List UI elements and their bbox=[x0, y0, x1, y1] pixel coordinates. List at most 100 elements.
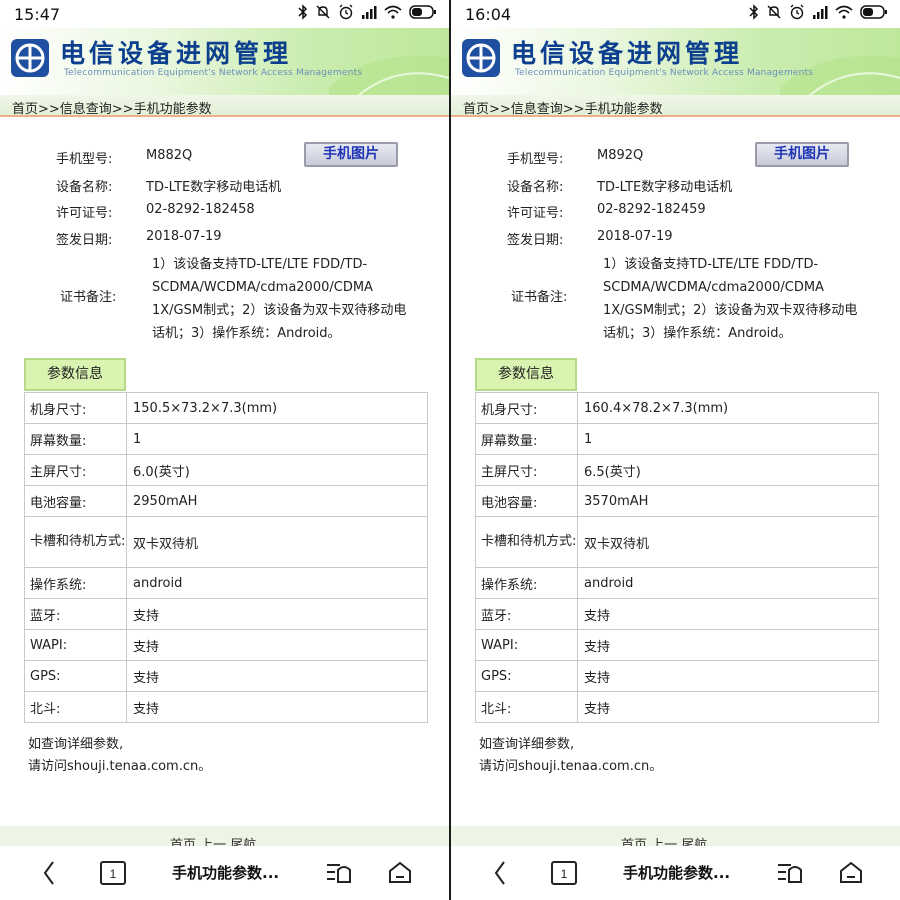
alarm-icon bbox=[790, 4, 804, 20]
status-icons bbox=[749, 4, 888, 20]
param-value: 支持 bbox=[577, 598, 879, 630]
param-value: 支持 bbox=[126, 691, 428, 723]
phone-screen-left: 15:47 电信设备进网管理 Telecommunication Equipme… bbox=[0, 0, 449, 900]
table-row: 蓝牙: 支持 bbox=[475, 598, 879, 630]
param-value: android bbox=[126, 567, 428, 599]
phone-picture-button[interactable]: 手机图片 bbox=[755, 142, 849, 167]
banner-subtitle: Telecommunication Equipment's Network Ac… bbox=[64, 68, 363, 78]
telecom-logo-icon bbox=[11, 39, 49, 77]
back-icon[interactable] bbox=[493, 860, 507, 886]
date-label: 签发日期: bbox=[507, 233, 564, 248]
table-row: 机身尺寸: 160.4×78.2×7.3(mm) bbox=[475, 392, 879, 424]
params-tab[interactable]: 参数信息 bbox=[475, 358, 577, 391]
name-label: 设备名称: bbox=[507, 180, 564, 195]
footer-line-1: 如查询详细参数, bbox=[28, 737, 124, 752]
param-value: 支持 bbox=[126, 629, 428, 661]
date-value: 2018-07-19 bbox=[597, 229, 673, 244]
table-row: 卡槽和待机方式: 双卡双待机 bbox=[475, 516, 879, 568]
param-key: 操作系统: bbox=[475, 567, 578, 599]
model-value: M892Q bbox=[597, 148, 644, 163]
alarm-icon bbox=[339, 4, 353, 20]
name-value: TD-LTE数字移动电话机 bbox=[597, 180, 733, 195]
back-icon[interactable] bbox=[42, 860, 56, 886]
params-table: 机身尺寸: 150.5×73.2×7.3(mm) 屏幕数量: 1 主屏尺寸: 6.0(… bbox=[24, 392, 428, 723]
mute-icon bbox=[767, 5, 781, 19]
param-key: 主屏尺寸: bbox=[475, 454, 578, 486]
param-value: 支持 bbox=[577, 660, 879, 692]
date-label: 签发日期: bbox=[56, 233, 113, 248]
status-time: 15:47 bbox=[14, 5, 61, 24]
svg-text:1: 1 bbox=[561, 867, 568, 881]
model-value: M882Q bbox=[146, 148, 193, 163]
note-value: 1）该设备支持TD-LTE/LTE FDD/TD-SCDMA/WCDMA/cdm… bbox=[152, 257, 407, 341]
table-row: GPS: 支持 bbox=[24, 660, 428, 692]
footer-line-2[interactable]: 请访问shouji.tenaa.com.cn。 bbox=[479, 756, 662, 778]
tabs-icon[interactable]: 1 bbox=[100, 861, 126, 885]
breadcrumb[interactable]: 首页>>信息查询>>手机功能参数 bbox=[0, 95, 449, 117]
param-key: 主屏尺寸: bbox=[24, 454, 127, 486]
footer-line-2[interactable]: 请访问shouji.tenaa.com.cn。 bbox=[28, 756, 211, 778]
table-row: 卡槽和待机方式: 双卡双待机 bbox=[24, 516, 428, 568]
browser-bottom-nav: 1 手机功能参数... bbox=[0, 846, 449, 900]
table-row: 屏幕数量: 1 bbox=[24, 423, 428, 455]
status-icons bbox=[298, 4, 437, 20]
table-row: GPS: 支持 bbox=[475, 660, 879, 692]
page-title-bar[interactable]: 手机功能参数... bbox=[172, 862, 279, 883]
license-label: 许可证号: bbox=[507, 206, 564, 221]
table-row: WAPI: 支持 bbox=[24, 629, 428, 661]
param-value: android bbox=[577, 567, 879, 599]
param-key: WAPI: bbox=[475, 629, 578, 661]
battery-icon bbox=[409, 5, 436, 19]
table-row: WAPI: 支持 bbox=[475, 629, 879, 661]
status-time: 16:04 bbox=[465, 5, 512, 24]
banner-title: 电信设备进网管理 bbox=[60, 39, 293, 68]
param-value: 1 bbox=[126, 423, 428, 455]
pager-text[interactable]: 首页 上一 尾航 bbox=[621, 834, 707, 846]
breadcrumb-text[interactable]: 首页>>信息查询>>手机功能参数 bbox=[463, 98, 663, 117]
table-row: 电池容量: 2950mAH bbox=[24, 485, 428, 517]
note-label: 证书备注: bbox=[511, 290, 568, 305]
param-key: 电池容量: bbox=[475, 485, 578, 517]
table-row: 北斗: 支持 bbox=[475, 691, 879, 723]
param-key: 北斗: bbox=[475, 691, 578, 723]
home-icon[interactable] bbox=[839, 860, 863, 884]
license-value: 02-8292-182458 bbox=[146, 202, 255, 217]
wifi-icon bbox=[835, 5, 853, 19]
bluetooth-icon bbox=[749, 4, 759, 20]
phone-screen-right: 16:04 电信设备进网管理 Telecommunication Equipme… bbox=[451, 0, 900, 900]
banner-title: 电信设备进网管理 bbox=[511, 39, 744, 68]
footer-note: 如查询详细参数, 请访问shouji.tenaa.com.cn。 bbox=[28, 734, 211, 778]
params-table: 机身尺寸: 160.4×78.2×7.3(mm) 屏幕数量: 1 主屏尺寸: 6.5(… bbox=[475, 392, 879, 723]
comparison-screenshot: 15:47 电信设备进网管理 Telecommunication Equipme… bbox=[0, 0, 900, 900]
param-value: 支持 bbox=[577, 691, 879, 723]
breadcrumb[interactable]: 首页>>信息查询>>手机功能参数 bbox=[451, 95, 900, 117]
param-key: 蓝牙: bbox=[475, 598, 578, 630]
status-bar: 16:04 bbox=[451, 0, 900, 28]
table-row: 操作系统: android bbox=[475, 567, 879, 599]
param-value: 2950mAH bbox=[126, 485, 428, 517]
banner-subtitle: Telecommunication Equipment's Network Ac… bbox=[515, 68, 814, 78]
telecom-logo-icon bbox=[462, 39, 500, 77]
table-row: 主屏尺寸: 6.5(英寸) bbox=[475, 454, 879, 486]
battery-icon bbox=[860, 5, 887, 19]
pager-text[interactable]: 首页 上一 尾航 bbox=[170, 834, 256, 846]
status-bar: 15:47 bbox=[0, 0, 449, 28]
param-value: 150.5×73.2×7.3(mm) bbox=[126, 392, 428, 424]
table-row: 操作系统: android bbox=[24, 567, 428, 599]
table-row: 蓝牙: 支持 bbox=[24, 598, 428, 630]
home-icon[interactable] bbox=[388, 860, 412, 884]
reader-icon[interactable] bbox=[326, 862, 352, 884]
param-value: 支持 bbox=[126, 598, 428, 630]
reader-icon[interactable] bbox=[777, 862, 803, 884]
table-row: 机身尺寸: 150.5×73.2×7.3(mm) bbox=[24, 392, 428, 424]
tabs-icon[interactable]: 1 bbox=[551, 861, 577, 885]
param-key: 电池容量: bbox=[24, 485, 127, 517]
page-title-bar[interactable]: 手机功能参数... bbox=[623, 862, 730, 883]
params-tab[interactable]: 参数信息 bbox=[24, 358, 126, 391]
param-key: GPS: bbox=[24, 660, 127, 692]
pager-bar: 首页 上一 尾航 bbox=[451, 826, 900, 846]
param-key: 卡槽和待机方式: bbox=[475, 516, 578, 568]
breadcrumb-text[interactable]: 首页>>信息查询>>手机功能参数 bbox=[12, 98, 212, 117]
param-key: 卡槽和待机方式: bbox=[24, 516, 127, 568]
phone-picture-button[interactable]: 手机图片 bbox=[304, 142, 398, 167]
